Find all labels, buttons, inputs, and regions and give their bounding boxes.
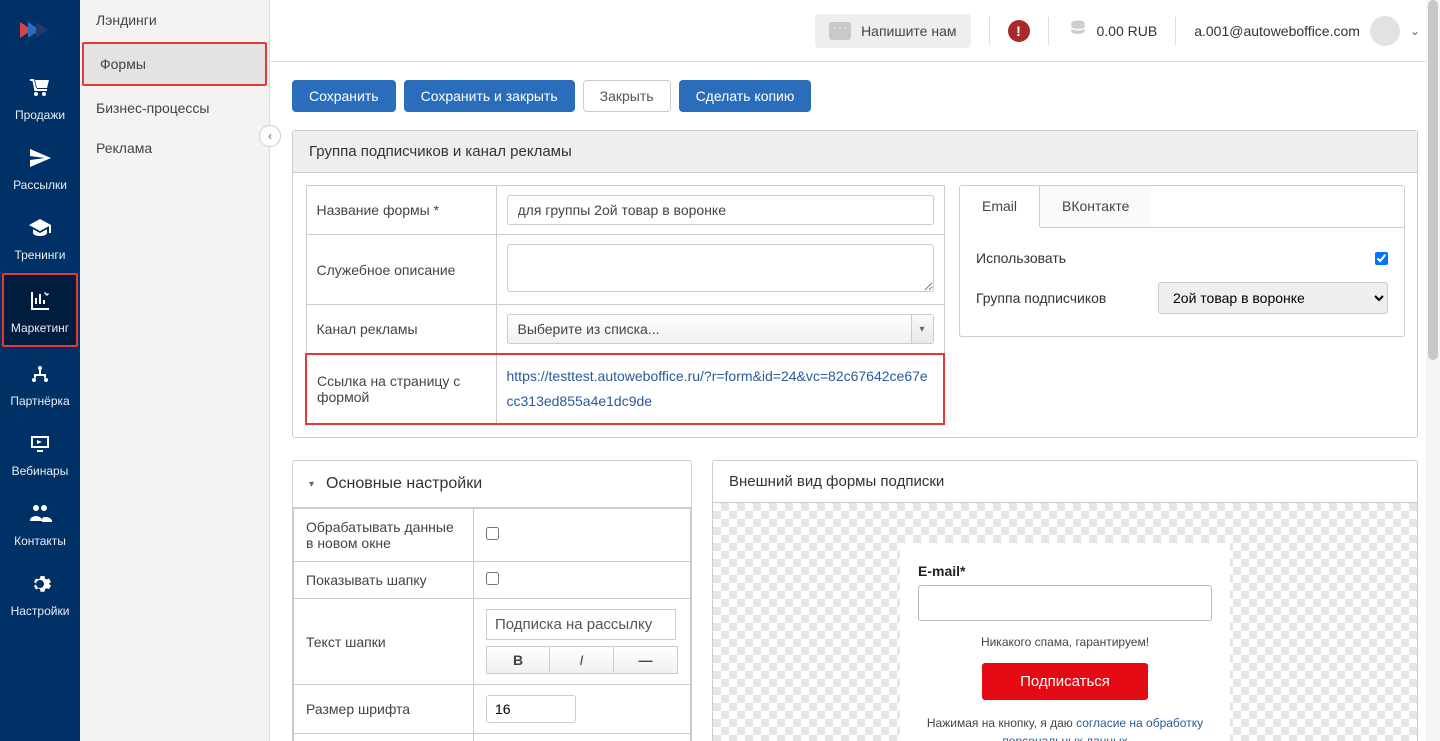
topbar: Напишите нам ! 0.00 RUB a.001@autoweboff…	[270, 0, 1440, 62]
coins-icon	[1067, 18, 1089, 44]
font-label: Шрифт	[294, 734, 474, 741]
rail-label: Рассылки	[13, 178, 67, 192]
settings-accordion-toggle[interactable]: ▾ Основные настройки	[293, 461, 691, 508]
rail-label: Контакты	[14, 534, 66, 548]
font-size-label: Размер шрифта	[294, 685, 474, 734]
rail-label: Маркетинг	[11, 321, 69, 335]
copy-button[interactable]: Сделать копию	[679, 80, 812, 112]
cart-icon	[26, 74, 54, 102]
show-header-checkbox[interactable]	[486, 572, 499, 585]
divider	[1175, 17, 1176, 45]
preview-panel: Внешний вид формы подписки E-mail* Никак…	[712, 460, 1418, 741]
rail-partner[interactable]: Партнёрка	[0, 348, 80, 418]
people-icon	[26, 500, 54, 528]
preview-email-input[interactable]	[918, 585, 1212, 621]
grad-icon	[26, 214, 54, 242]
tab-vk[interactable]: ВКонтакте	[1040, 186, 1151, 227]
save-close-button[interactable]: Сохранить и закрыть	[404, 80, 575, 112]
form-fields-table: Название формы * Служебное описание Кана…	[305, 185, 945, 425]
new-window-label: Обрабатывать данные в новом окне	[294, 509, 474, 562]
italic-button[interactable]: I	[550, 646, 614, 674]
channel-tabs: Email ВКонтакте Использовать Группа подп…	[959, 185, 1405, 337]
save-button[interactable]: Сохранить	[292, 80, 396, 112]
close-button[interactable]: Закрыть	[583, 80, 671, 112]
scrollbar-thumb[interactable]	[1428, 0, 1438, 360]
preview-consent: Нажимая на кнопку, я даю согласие на обр…	[918, 714, 1212, 741]
form-preview: E-mail* Никакого спама, гарантируем! Под…	[900, 543, 1230, 741]
tree-icon	[26, 360, 54, 388]
preview-submit-button[interactable]: Подписаться	[982, 663, 1148, 700]
rail-label: Партнёрка	[10, 394, 69, 408]
group-select[interactable]: 2ой товар в воронке	[1158, 282, 1388, 314]
rail-label: Вебинары	[12, 464, 69, 478]
main-content: Напишите нам ! 0.00 RUB a.001@autoweboff…	[270, 0, 1440, 741]
desc-label: Служебное описание	[306, 235, 496, 305]
main-rail: Продажи Рассылки Тренинги Маркетинг Парт…	[0, 0, 80, 741]
settings-title: Основные настройки	[326, 475, 482, 493]
sub-nav: Лэндинги Формы Бизнес-процессы Реклама ‹	[80, 0, 270, 741]
form-name-input[interactable]	[507, 195, 934, 225]
chart-icon	[26, 287, 54, 315]
user-email: a.001@autoweboffice.com	[1194, 23, 1360, 39]
rail-label: Настройки	[11, 604, 70, 618]
use-checkbox[interactable]	[1375, 252, 1388, 265]
rail-webinar[interactable]: Вебинары	[0, 418, 80, 488]
rail-settings[interactable]: Настройки	[0, 558, 80, 628]
gear-icon	[26, 570, 54, 598]
rail-label: Продажи	[15, 108, 65, 122]
rail-label: Тренинги	[14, 248, 65, 262]
show-header-label: Показывать шапку	[294, 562, 474, 599]
avatar	[1370, 16, 1400, 46]
rail-marketing[interactable]: Маркетинг	[2, 273, 78, 347]
preview-email-label: E-mail*	[918, 563, 1212, 579]
balance-value: 0.00 RUB	[1097, 23, 1158, 39]
panel-title: Группа подписчиков и канал рекламы	[293, 131, 1417, 173]
page-scrollbar[interactable]	[1426, 0, 1440, 741]
user-menu[interactable]: a.001@autoweboffice.com ⌄	[1194, 16, 1420, 46]
preview-note: Никакого спама, гарантируем!	[918, 635, 1212, 649]
bold-button[interactable]: B	[486, 646, 550, 674]
rail-sales[interactable]: Продажи	[0, 62, 80, 132]
form-link[interactable]: https://testtest.autoweboffice.ru/?r=for…	[507, 368, 928, 409]
settings-accordion: ▾ Основные настройки Обрабатывать данные…	[292, 460, 692, 741]
subnav-landings[interactable]: Лэндинги	[80, 0, 269, 40]
divider	[1048, 17, 1049, 45]
action-bar: Сохранить Сохранить и закрыть Закрыть Сд…	[292, 80, 1418, 112]
link-label: Ссылка на страницу с формой	[306, 354, 496, 424]
monitor-icon	[26, 430, 54, 458]
chat-label: Напишите нам	[861, 23, 956, 39]
rail-train[interactable]: Тренинги	[0, 202, 80, 272]
chevron-down-icon: ▾	[309, 479, 314, 490]
preview-title: Внешний вид формы подписки	[713, 461, 1417, 503]
subnav-ads[interactable]: Реклама	[80, 128, 269, 168]
app-logo	[18, 18, 62, 42]
tab-email[interactable]: Email	[960, 186, 1040, 228]
divider	[989, 17, 990, 45]
alert-icon[interactable]: !	[1008, 20, 1030, 42]
channel-label: Канал рекламы	[306, 305, 496, 355]
header-text-input[interactable]	[486, 609, 676, 640]
rail-contacts[interactable]: Контакты	[0, 488, 80, 558]
desc-textarea[interactable]	[507, 244, 934, 292]
subnav-bp[interactable]: Бизнес-процессы	[80, 88, 269, 128]
subnav-forms[interactable]: Формы	[82, 42, 267, 86]
chat-icon	[829, 22, 851, 40]
group-label: Группа подписчиков	[976, 290, 1106, 306]
form-name-label: Название формы *	[306, 186, 496, 235]
subscriber-panel: Группа подписчиков и канал рекламы Назва…	[292, 130, 1418, 438]
chevron-down-icon: ⌄	[1410, 24, 1420, 38]
rail-mail[interactable]: Рассылки	[0, 132, 80, 202]
new-window-checkbox[interactable]	[486, 527, 499, 540]
chevron-left-icon: ‹	[268, 129, 272, 143]
balance[interactable]: 0.00 RUB	[1067, 18, 1158, 44]
channel-select[interactable]: Выберите из списка...	[507, 314, 934, 344]
header-text-label: Текст шапки	[294, 599, 474, 685]
use-label: Использовать	[976, 250, 1066, 266]
collapse-subnav-button[interactable]: ‹	[259, 125, 281, 147]
chat-button[interactable]: Напишите нам	[815, 14, 970, 48]
strike-button[interactable]: —	[614, 646, 678, 674]
font-size-input[interactable]	[486, 695, 576, 723]
send-icon	[26, 144, 54, 172]
